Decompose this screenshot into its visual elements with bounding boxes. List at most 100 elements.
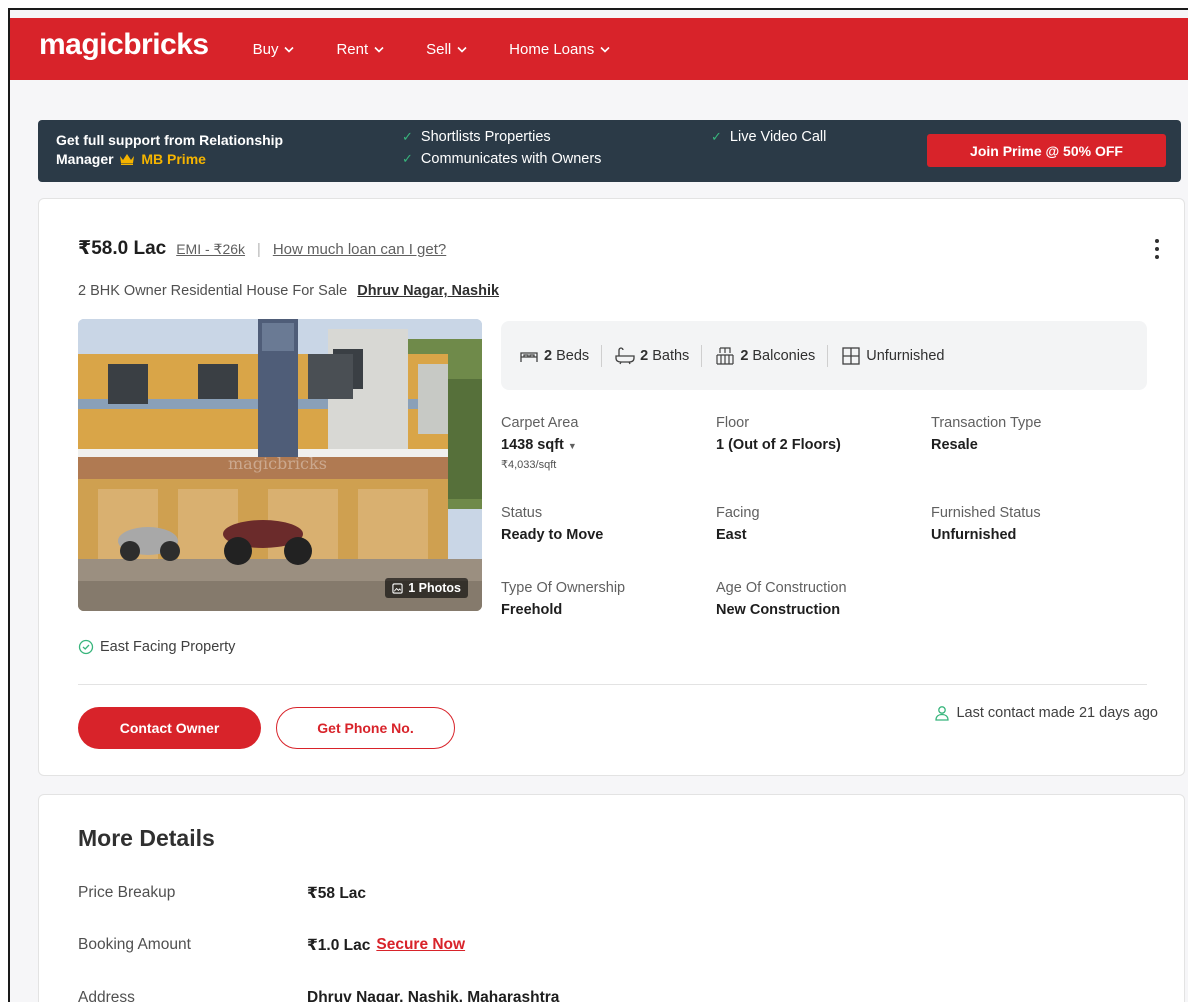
balconies-count: 2 — [740, 347, 749, 364]
prime-feature: ✓ Communicates with Owners — [402, 151, 601, 167]
caret-down-icon: ▼ — [567, 441, 577, 451]
more-details-title: More Details — [78, 825, 215, 851]
window-icon — [842, 346, 860, 365]
check-icon: ✓ — [711, 129, 722, 144]
property-title-text: 2 BHK Owner Residential House For Sale — [78, 283, 348, 299]
prime-brand: MB Prime — [141, 151, 206, 167]
check-circle-icon — [78, 639, 94, 655]
house-photo-illustration: magicbricks — [78, 319, 482, 611]
detail-age-of-construction: Age Of Construction New Construction — [716, 580, 847, 618]
highlight-tag: East Facing Property — [78, 639, 235, 655]
locality-link[interactable]: Dhruv Nagar, Nashik — [357, 283, 499, 299]
price-row: ₹58.0 Lac EMI - ₹26k | How much loan can… — [78, 237, 446, 260]
detail-row-key: Booking Amount — [78, 936, 191, 953]
photo-watermark: magicbricks — [228, 454, 327, 473]
nav-sell-label: Sell — [426, 40, 452, 58]
detail-value: 1 (Out of 2 Floors) — [716, 437, 841, 453]
chevron-down-icon — [284, 46, 295, 53]
check-icon: ✓ — [402, 151, 413, 166]
detail-row-value: Dhruv Nagar, Nashik, Maharashtra — [307, 989, 560, 1002]
detail-row-key: Address — [78, 989, 135, 1002]
contact-owner-button[interactable]: Contact Owner — [78, 707, 261, 749]
detail-carpet-area: Carpet Area 1438 sqft ▼ ₹4,033/sqft — [501, 415, 578, 471]
detail-value: Freehold — [501, 602, 563, 618]
nav-home-loans[interactable]: Home Loans — [509, 41, 610, 58]
magicbricks-logo[interactable]: magicbricks — [39, 28, 209, 62]
last-contact-info: Last contact made 21 days ago — [934, 705, 1158, 721]
prime-line1: Get full support from Relationship — [56, 132, 284, 148]
detail-status: Status Ready to Move — [501, 505, 603, 543]
bed-icon — [520, 351, 538, 362]
property-card: ₹58.0 Lac EMI - ₹26k | How much loan can… — [38, 198, 1185, 776]
amenity-beds: 2 Beds — [518, 347, 589, 365]
crown-icon — [120, 154, 135, 165]
amenity-divider — [701, 344, 703, 367]
user-icon — [935, 706, 950, 721]
more-details-card: More Details Price Breakup ₹58 Lac Booki… — [38, 794, 1185, 1002]
carpet-area-value: 1438 sqft — [501, 437, 564, 453]
detail-row-value: ₹58 Lac — [307, 885, 367, 902]
photo-count-badge[interactable]: 1 Photos — [385, 578, 468, 598]
prime-feature: ✓ Live Video Call — [711, 129, 826, 145]
card-divider — [78, 684, 1147, 685]
detail-ownership: Type Of Ownership Freehold — [501, 580, 625, 618]
amenity-balconies: 2 Balconies — [714, 346, 815, 365]
furnishing-label: Unfurnished — [866, 347, 945, 364]
get-phone-button[interactable]: Get Phone No. — [276, 707, 455, 749]
amenity-furnishing: Unfurnished — [840, 346, 945, 365]
detail-floor: Floor 1 (Out of 2 Floors) — [716, 415, 841, 453]
detail-value: East — [716, 527, 747, 543]
join-prime-button[interactable]: Join Prime @ 50% OFF — [927, 134, 1166, 167]
prime-feature-label: Live Video Call — [729, 129, 827, 145]
detail-value: Resale — [931, 437, 978, 453]
detail-value: Ready to Move — [501, 527, 604, 543]
balcony-icon — [716, 346, 734, 365]
prime-feature-label: Communicates with Owners — [420, 151, 602, 167]
top-navbar: magicbricks Buy Rent Sell Home Loans — [10, 18, 1188, 80]
detail-value: New Construction — [716, 602, 841, 618]
detail-value: Unfurnished — [931, 527, 1017, 543]
prime-feature-label: Shortlists Properties — [420, 129, 551, 145]
amenities-strip: 2 Beds 2 Baths 2 Balconies Unfurnished — [501, 321, 1147, 390]
chevron-down-icon — [374, 46, 384, 53]
prime-line2: Manager — [56, 151, 114, 167]
prime-pitch: Get full support from Relationship Manag… — [56, 131, 356, 169]
nav-rent-label: Rent — [336, 40, 369, 58]
amenity-baths: 2 Baths — [614, 346, 690, 365]
nav-rent[interactable]: Rent — [336, 41, 384, 58]
check-icon: ✓ — [402, 129, 413, 144]
divider-pipe: | — [257, 242, 261, 258]
detail-label: Type Of Ownership — [501, 580, 626, 596]
bath-icon — [615, 346, 635, 364]
detail-row: Booking Amount ₹1.0 Lac Secure Now — [78, 936, 465, 955]
nav-sell[interactable]: Sell — [426, 41, 467, 58]
detail-label: Furnished Status — [931, 505, 1041, 521]
nav-buy-label: Buy — [252, 40, 279, 58]
last-contact-label: Last contact made 21 days ago — [956, 705, 1158, 721]
baths-label: Baths — [652, 347, 690, 364]
highlight-label: East Facing Property — [100, 639, 236, 655]
detail-label: Age Of Construction — [716, 580, 847, 596]
secure-now-link[interactable]: Secure Now — [376, 936, 465, 955]
detail-label: Facing — [716, 505, 760, 521]
detail-row: Address Dhruv Nagar, Nashik, Maharashtra — [78, 989, 559, 1002]
property-title: 2 BHK Owner Residential House For Sale D… — [78, 283, 499, 299]
detail-transaction-type: Transaction Type Resale — [931, 415, 1041, 453]
amenity-divider — [601, 344, 603, 367]
amenity-divider — [827, 344, 829, 367]
detail-label: Floor — [716, 415, 750, 431]
detail-label: Status — [501, 505, 543, 521]
detail-row: Price Breakup ₹58 Lac — [78, 884, 366, 903]
detail-value[interactable]: 1438 sqft ▼ — [501, 437, 578, 453]
detail-label: Carpet Area — [501, 415, 579, 431]
chevron-down-icon — [600, 46, 610, 53]
property-price: ₹58.0 Lac — [78, 238, 167, 259]
detail-facing: Facing East — [716, 505, 760, 543]
more-options-icon[interactable] — [1154, 239, 1160, 259]
emi-link[interactable]: EMI - ₹26k — [176, 241, 245, 258]
nav-buy[interactable]: Buy — [253, 41, 295, 58]
browser-viewport: magicbricks Buy Rent Sell Home Loans Get… — [8, 8, 1188, 1002]
property-photo[interactable]: magicbricks 1 Photos — [78, 319, 482, 611]
loan-eligibility-link[interactable]: How much loan can I get? — [273, 241, 446, 258]
detail-row-key: Price Breakup — [78, 884, 176, 901]
